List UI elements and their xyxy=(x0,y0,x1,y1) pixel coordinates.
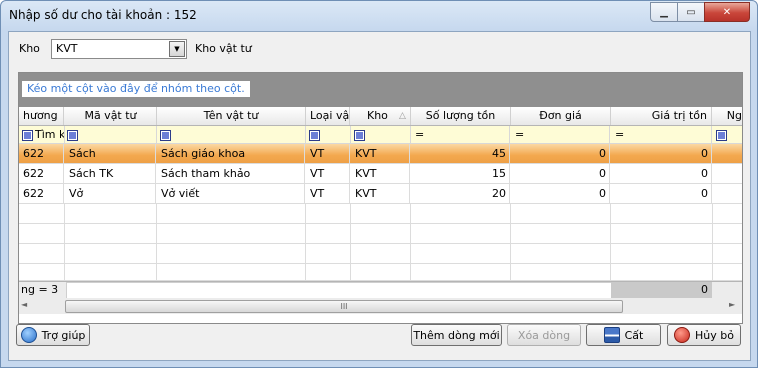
cell-so-luong: 45 xyxy=(411,144,510,163)
column-header[interactable]: hương xyxy=(19,107,64,125)
group-hint: Kéo một cột vào đây để nhóm theo cột. xyxy=(22,81,250,97)
cell-ten: Sách giáo khoa xyxy=(157,144,305,163)
column-header-loai-vat[interactable]: Loại vật xyxy=(306,107,350,125)
dialog-client: Kho KVT ▼ Kho vật tư Kéo một cột vào đây… xyxy=(8,31,751,361)
kho-select[interactable]: KVT ▼ xyxy=(51,39,187,59)
filter-row: Tìm kiếm = = = xyxy=(19,126,742,144)
row-count: ng = 3 xyxy=(21,283,59,296)
sort-ascending-icon: △ xyxy=(399,111,406,121)
filter-cell[interactable]: Tìm kiếm xyxy=(19,126,65,143)
cell-don-gia: 0 xyxy=(511,184,610,203)
filter-cell-gia-tri[interactable]: = xyxy=(611,126,712,143)
cell-account: 622 xyxy=(19,184,64,203)
cell-gia-tri: 0 xyxy=(611,184,712,203)
cancel-button[interactable]: Hủy bỏ xyxy=(667,324,741,346)
cancel-label: Hủy bỏ xyxy=(695,328,734,342)
cell-ma: Sách TK xyxy=(65,164,156,183)
add-row-button[interactable]: Thêm dòng mới xyxy=(411,324,502,346)
empty-row xyxy=(19,264,742,283)
help-icon xyxy=(20,327,37,343)
column-header-ma-vat-tu[interactable]: Mã vật tư xyxy=(65,107,157,125)
cell-gia-tri: 0 xyxy=(611,144,712,163)
filter-icon xyxy=(22,129,33,141)
cell-account: 622 xyxy=(19,144,64,163)
empty-row xyxy=(19,244,742,264)
title-bar: Nhập số dư cho tài khoản : 152 ▁ ▭ ✕ xyxy=(1,1,757,31)
cell-loai: VT xyxy=(306,184,350,203)
table-row[interactable]: 622 Vở Vở viết VT KVT 20 0 0 xyxy=(19,184,742,204)
filter-cell-ma[interactable] xyxy=(65,126,157,143)
filter-icon xyxy=(309,129,320,141)
empty-row xyxy=(19,204,742,224)
table-row[interactable]: 622 Sách Sách giáo khoa VT KVT 45 0 0 xyxy=(19,144,742,164)
save-label: Cất xyxy=(624,328,644,342)
column-header-kho-label: Kho xyxy=(367,109,388,122)
filter-cell-don-gia[interactable]: = xyxy=(511,126,610,143)
cell-so-luong: 20 xyxy=(411,184,510,203)
scroll-right-icon[interactable]: ► xyxy=(729,300,735,309)
cell-kho: KVT xyxy=(351,184,410,203)
kho-value: KVT xyxy=(56,42,78,55)
filter-search-label: Tìm kiếm xyxy=(35,128,65,141)
horizontal-scrollbar[interactable]: ◄ III ► xyxy=(19,298,742,314)
minimize-button[interactable]: ▁ xyxy=(650,2,678,22)
cell-ma: Vở xyxy=(65,184,156,203)
grid-footer: ng = 3 0 xyxy=(19,281,742,299)
kho-description: Kho vật tư xyxy=(195,42,252,55)
cell-gia-tri: 0 xyxy=(611,164,712,183)
cell-ma: Sách xyxy=(65,144,156,163)
filter-cell-ten[interactable] xyxy=(157,126,306,143)
delete-row-button[interactable]: Xóa dòng xyxy=(507,324,581,346)
dialog-window: Nhập số dư cho tài khoản : 152 ▁ ▭ ✕ Kho… xyxy=(0,0,758,368)
close-icon: ✕ xyxy=(722,6,732,18)
cell-don-gia: 0 xyxy=(511,144,610,163)
cancel-icon xyxy=(674,327,691,343)
cell-ten: Vở viết xyxy=(157,184,305,203)
filter-icon xyxy=(354,129,365,141)
filter-icon xyxy=(67,129,78,141)
cell-kho: KVT xyxy=(351,144,410,163)
window-title: Nhập số dư cho tài khoản : 152 xyxy=(9,8,197,22)
column-header-ten-vat-tu[interactable]: Tên vật tư xyxy=(157,107,306,125)
column-header-don-gia[interactable]: Đơn giá xyxy=(511,107,611,125)
cell-don-gia: 0 xyxy=(511,164,610,183)
help-button[interactable]: Trợ giúp xyxy=(16,324,90,346)
filter-icon xyxy=(716,129,727,141)
maximize-icon: ▭ xyxy=(686,6,696,18)
column-header-ngay[interactable]: Ng xyxy=(713,107,742,125)
filter-cell-kho[interactable] xyxy=(351,126,411,143)
empty-row xyxy=(19,224,742,244)
filter-icon xyxy=(160,129,171,141)
close-button[interactable]: ✕ xyxy=(704,2,750,22)
cell-ten: Sách tham khảo xyxy=(157,164,305,183)
stock-grid: Kéo một cột vào đây để nhóm theo cột. hư… xyxy=(18,72,743,324)
table-row[interactable]: 622 Sách TK Sách tham khảo VT KVT 15 0 0 xyxy=(19,164,742,184)
chevron-down-icon[interactable]: ▼ xyxy=(169,41,185,57)
group-panel: Kéo một cột vào đây để nhóm theo cột. xyxy=(19,73,742,107)
help-label: Trợ giúp xyxy=(41,328,86,342)
column-header-gia-tri-ton[interactable]: Giá trị tồn xyxy=(611,107,712,125)
filter-cell-ngay[interactable] xyxy=(713,126,742,143)
footer-total-value: 0 xyxy=(611,282,712,298)
cell-so-luong: 15 xyxy=(411,164,510,183)
column-header-kho[interactable]: Kho △ xyxy=(351,107,411,125)
minimize-icon: ▁ xyxy=(660,6,668,18)
cell-loai: VT xyxy=(306,144,350,163)
grid-header: hương Mã vật tư Tên vật tư Loại vật Kho … xyxy=(19,107,742,126)
scroll-left-icon[interactable]: ◄ xyxy=(21,300,27,309)
save-button[interactable]: Cất xyxy=(586,324,661,346)
column-header-so-luong-ton[interactable]: Số lượng tồn xyxy=(411,107,511,125)
maximize-button[interactable]: ▭ xyxy=(677,2,705,22)
footer-blank xyxy=(66,282,613,299)
floppy-disk-icon xyxy=(603,327,620,343)
cell-account: 622 xyxy=(19,164,64,183)
cell-loai: VT xyxy=(306,164,350,183)
filter-cell-so-luong[interactable]: = xyxy=(411,126,510,143)
filter-cell-loai[interactable] xyxy=(306,126,351,143)
scroll-thumb[interactable]: III xyxy=(65,300,623,313)
kho-label: Kho xyxy=(19,42,40,55)
cell-kho: KVT xyxy=(351,164,410,183)
add-row-label: Thêm dòng mới xyxy=(413,328,500,342)
delete-row-label: Xóa dòng xyxy=(517,328,571,342)
